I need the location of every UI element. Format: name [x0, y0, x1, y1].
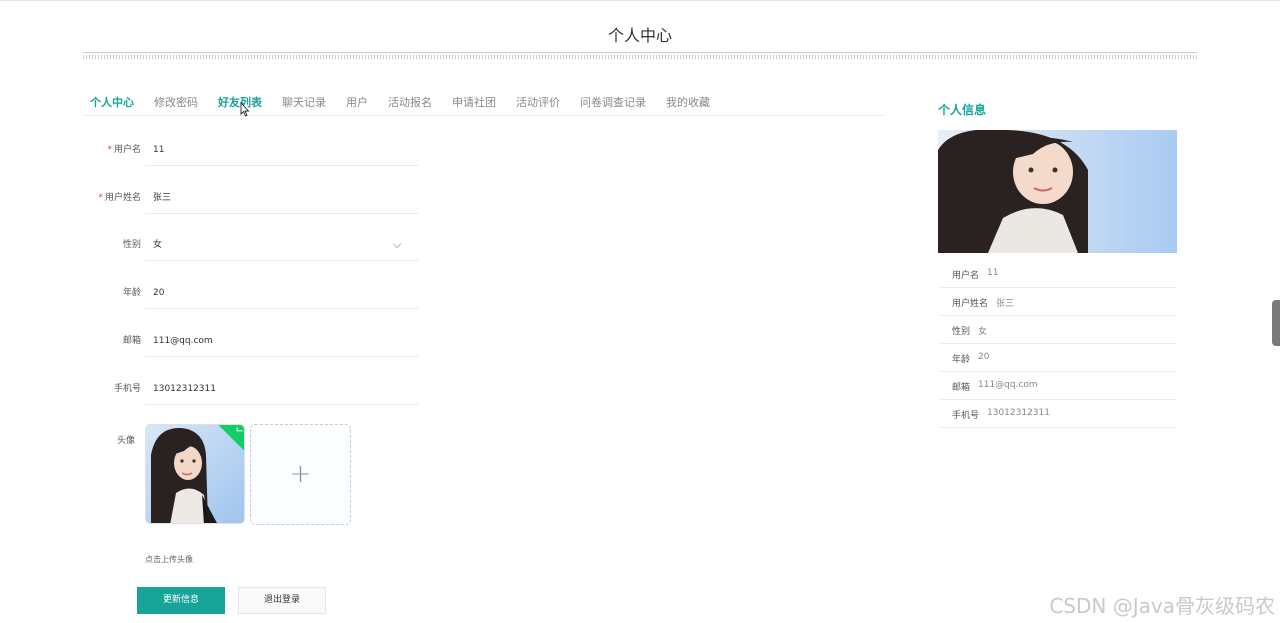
top-border [0, 0, 1280, 1]
info-row-phone: 手机号 13012312311 [938, 400, 1176, 428]
info-row-age: 年龄 20 [938, 344, 1176, 372]
info-row-gender: 性别 女 [938, 316, 1176, 344]
mouse-cursor-icon [240, 102, 250, 117]
gender-row: 性别 女 [83, 229, 423, 261]
age-row: 年龄 20 [83, 277, 423, 309]
title-divider [83, 52, 1197, 60]
info-value: 13012312311 [987, 408, 1050, 418]
username-input[interactable]: 11 [145, 134, 418, 166]
gender-label: 性别 [122, 240, 141, 250]
tab-activity-signup[interactable]: 活动报名 [388, 94, 432, 110]
gender-select-value: 女 [153, 240, 163, 250]
avatar-thumbnail[interactable] [145, 424, 245, 524]
info-value: 111@qq.com [978, 380, 1038, 390]
logout-button[interactable]: 退出登录 [238, 587, 326, 614]
chevron-down-icon [392, 239, 402, 249]
tab-activity-review[interactable]: 活动评价 [516, 94, 560, 110]
gender-select[interactable]: 女 [145, 229, 418, 261]
realname-input[interactable]: 张三 [145, 182, 418, 214]
tab-my-favorites[interactable]: 我的收藏 [666, 94, 710, 110]
phone-row: 手机号 13012312311 [83, 373, 423, 405]
info-key: 用户名 [952, 271, 980, 281]
avatar-upload-button[interactable]: + [250, 424, 351, 525]
tab-survey-records[interactable]: 问卷调查记录 [580, 94, 646, 110]
tab-change-password[interactable]: 修改密码 [154, 94, 198, 110]
info-value: 11 [987, 268, 999, 278]
info-value: 女 [978, 327, 988, 337]
upload-hint: 点击上传头像 [145, 555, 193, 564]
tab-personal-center[interactable]: 个人中心 [90, 94, 134, 110]
username-row: * 用户名 11 [83, 134, 423, 166]
info-key: 邮箱 [952, 383, 971, 393]
info-key: 年龄 [952, 355, 971, 365]
email-row: 邮箱 111@qq.com [83, 325, 423, 357]
username-label: * 用户名 [107, 145, 141, 155]
sidebar-title: 个人信息 [938, 103, 987, 117]
info-key: 性别 [952, 327, 971, 337]
plus-icon: + [289, 459, 312, 489]
watermark: CSDN @Java骨灰级码农 [1049, 594, 1275, 618]
tab-bar: 个人中心 修改密码 好友列表 聊天记录 用户 活动报名 申请社团 活动评价 问卷… [83, 86, 885, 116]
email-label: 邮箱 [122, 336, 141, 346]
phone-label: 手机号 [113, 384, 141, 394]
info-key: 手机号 [952, 411, 980, 421]
realname-label: * 用户姓名 [98, 193, 141, 203]
tab-apply-club[interactable]: 申请社团 [452, 94, 496, 110]
avatar-photo [146, 425, 244, 523]
email-input[interactable]: 111@qq.com [145, 325, 418, 357]
profile-photo [938, 130, 1177, 253]
update-info-button[interactable]: 更新信息 [137, 587, 225, 614]
info-row-realname: 用户姓名 张三 [938, 288, 1176, 316]
info-key: 用户姓名 [952, 299, 989, 309]
page-title: 个人中心 [607, 26, 672, 45]
age-label: 年龄 [122, 288, 141, 298]
info-row-email: 邮箱 111@qq.com [938, 372, 1176, 400]
info-row-username: 用户名 11 [938, 260, 1176, 288]
phone-input[interactable]: 13012312311 [145, 373, 418, 405]
age-input[interactable]: 20 [145, 277, 418, 309]
info-value: 张三 [996, 299, 1015, 309]
info-value: 20 [978, 352, 990, 362]
avatar-label: 头像 [117, 436, 136, 446]
scrollbar-handle[interactable] [1272, 300, 1280, 346]
realname-row: * 用户姓名 张三 [83, 182, 423, 214]
tab-users[interactable]: 用户 [346, 94, 368, 110]
tab-chat-history[interactable]: 聊天记录 [282, 94, 326, 110]
